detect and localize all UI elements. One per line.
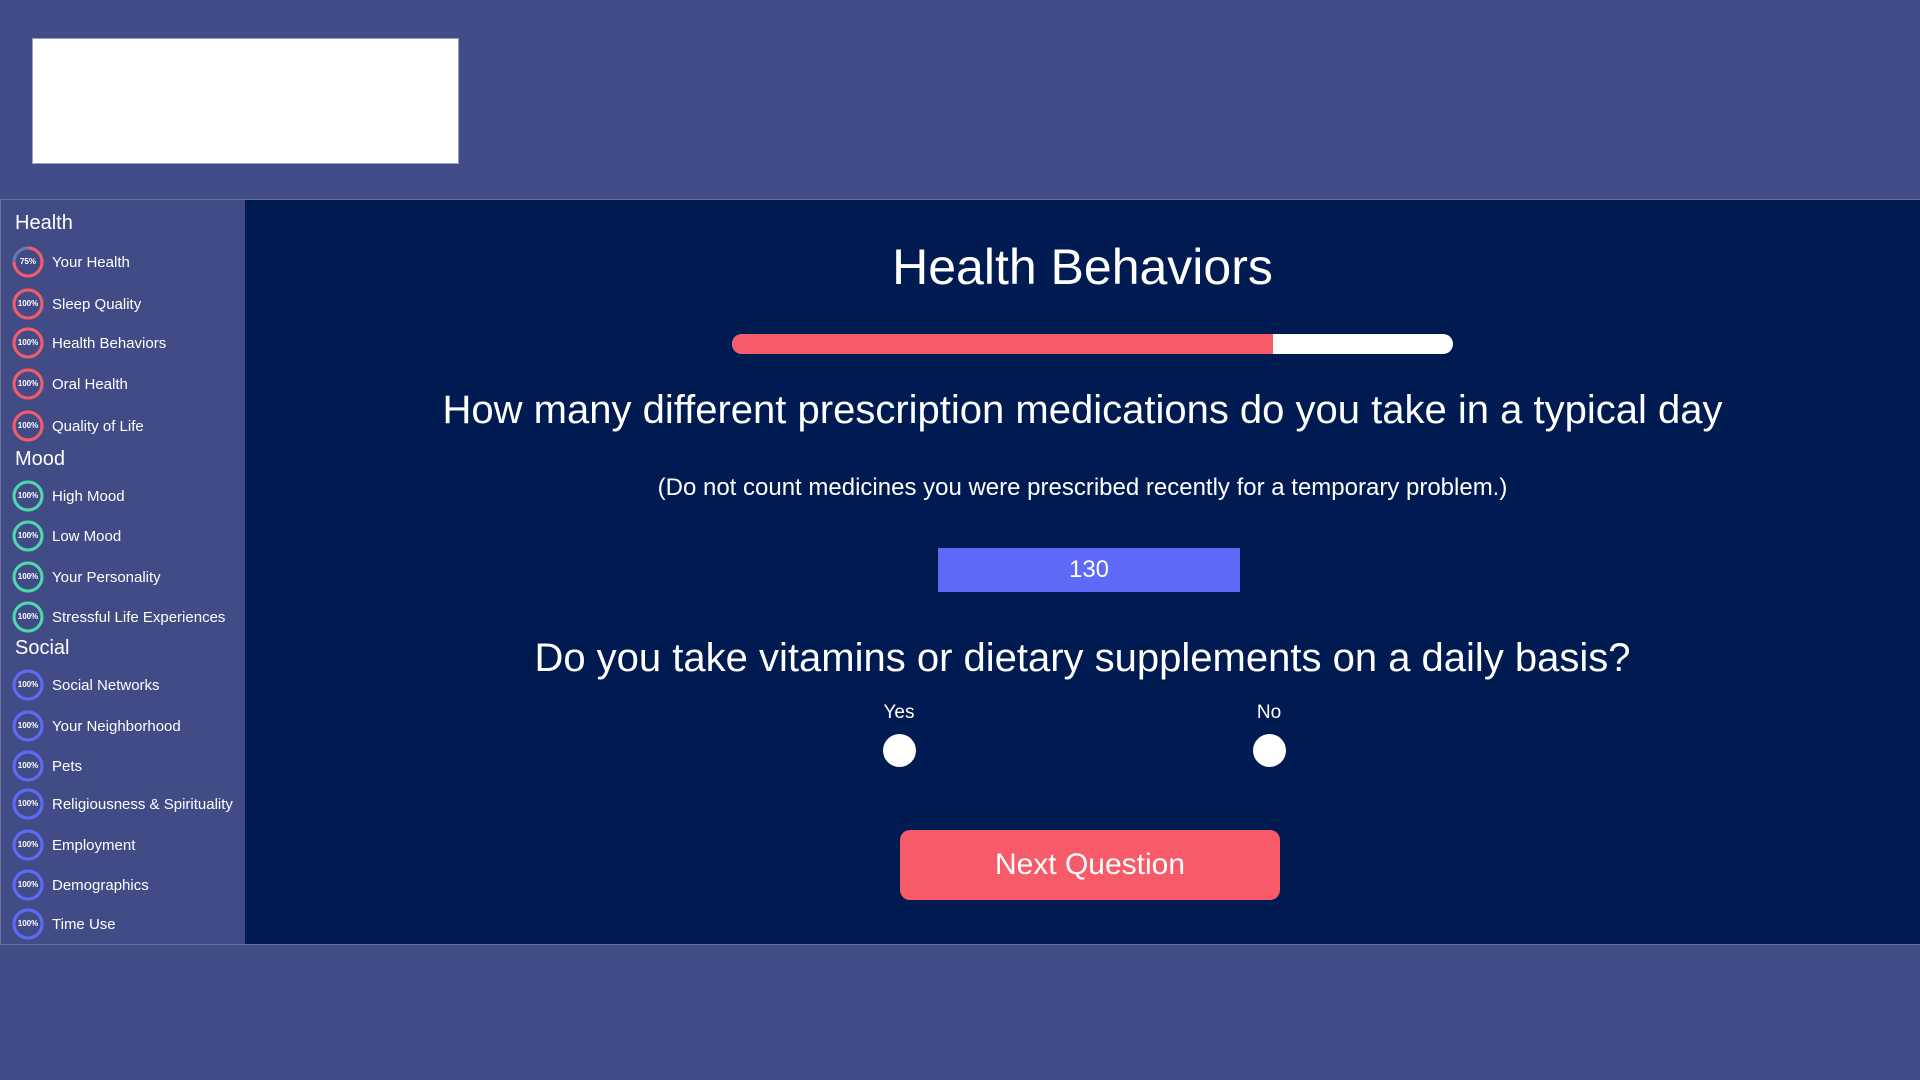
sidebar-item-label: Low Mood: [52, 527, 122, 545]
question-medications-note: (Do not count medicines you were prescri…: [657, 474, 1508, 501]
section-title-health: Health: [15, 212, 73, 234]
progress-ring: 100%: [11, 409, 45, 443]
option-no[interactable]: No: [1229, 702, 1309, 772]
progress-ring-percent: 100%: [17, 379, 39, 388]
option-no-label: No: [1256, 702, 1282, 723]
progress-ring: 100%: [11, 907, 45, 941]
progress-ring: 100%: [11, 600, 45, 634]
progress-ring: 100%: [11, 479, 45, 513]
progress-ring-percent: 100%: [17, 421, 39, 430]
sidebar-item-high-mood[interactable]: 100% High Mood: [11, 479, 243, 513]
progress-ring-percent: 100%: [17, 338, 39, 347]
progress-ring-percent: 100%: [17, 491, 39, 500]
sidebar-item-label: Sleep Quality: [52, 295, 142, 313]
option-yes-label: Yes: [883, 702, 915, 723]
option-no-radio[interactable]: [1252, 734, 1286, 767]
sidebar-item-label: Religiousness & Spirituality: [52, 795, 233, 813]
progress-ring-percent: 100%: [17, 880, 39, 889]
progress-ring: 100%: [11, 709, 45, 743]
page-title: Health Behaviors: [892, 239, 1273, 295]
progress-ring-percent: 100%: [17, 761, 39, 770]
sidebar-item-employment[interactable]: 100% Employment: [11, 828, 243, 862]
question-medications: How many different prescription medicati…: [442, 388, 1723, 432]
progress-ring-percent: 100%: [17, 612, 39, 621]
option-yes-radio[interactable]: [882, 734, 916, 767]
progress-ring-percent: 100%: [17, 572, 39, 581]
sidebar-item-your-health[interactable]: 75% Your Health: [11, 245, 243, 279]
sidebar-item-time-use[interactable]: 100% Time Use: [11, 907, 243, 941]
footer: [0, 945, 1920, 1080]
sidebar-item-label: Demographics: [52, 876, 149, 894]
progress-ring-percent: 75%: [19, 257, 36, 266]
sidebar-item-label: Social Networks: [52, 676, 160, 694]
option-yes[interactable]: Yes: [859, 702, 939, 772]
sidebar-item-label: Your Health: [52, 253, 130, 271]
progress-ring: 100%: [11, 749, 45, 783]
sidebar-item-quality-of-life[interactable]: 100% Quality of Life: [11, 409, 243, 443]
progress-ring-percent: 100%: [17, 531, 39, 540]
progress-ring-percent: 100%: [17, 299, 39, 308]
progress-ring-percent: 100%: [17, 721, 39, 730]
progress-ring-percent: 100%: [17, 840, 39, 849]
progress-ring-percent: 100%: [17, 919, 39, 928]
sidebar-item-your-neighborhood[interactable]: 100% Your Neighborhood: [11, 709, 243, 743]
progress-ring: 100%: [11, 868, 45, 902]
section-title-social: Social: [15, 637, 70, 659]
sidebar-item-label: Stressful Life Experiences: [52, 608, 226, 626]
main-content: Health Behaviors How many different pres…: [245, 200, 1920, 945]
sidebar-item-demographics[interactable]: 100% Demographics: [11, 868, 243, 902]
progress-ring: 100%: [11, 287, 45, 321]
sidebar-item-social-networks[interactable]: 100% Social Networks: [11, 668, 243, 702]
logo: [32, 38, 459, 164]
sidebar-item-label: Quality of Life: [52, 417, 144, 435]
sidebar-item-stressful-life-experiences[interactable]: 100% Stressful Life Experiences: [11, 600, 243, 634]
sidebar-item-your-personality[interactable]: 100% Your Personality: [11, 560, 243, 594]
sidebar-item-label: Pets: [52, 757, 83, 775]
section-title-mood: Mood: [15, 448, 66, 470]
medications-count-input[interactable]: [938, 548, 1240, 592]
progress-bar: [732, 334, 1453, 354]
sidebar-item-oral-health[interactable]: 100% Oral Health: [11, 367, 243, 401]
sidebar-item-label: Employment: [52, 836, 136, 854]
progress-ring: 100%: [11, 668, 45, 702]
progress-ring: 100%: [11, 560, 45, 594]
sidebar-item-sleep-quality[interactable]: 100% Sleep Quality: [11, 287, 243, 321]
sidebar-item-label: Health Behaviors: [52, 334, 167, 352]
sidebar-item-label: Your Neighborhood: [52, 717, 181, 735]
progress-ring: 100%: [11, 326, 45, 360]
progress-ring: 100%: [11, 828, 45, 862]
progress-bar-fill: [732, 334, 1273, 354]
progress-ring: 100%: [11, 519, 45, 553]
question-supplements: Do you take vitamins or dietary suppleme…: [534, 636, 1631, 680]
progress-ring: 75%: [11, 245, 45, 279]
progress-ring-percent: 100%: [17, 799, 39, 808]
sidebar-item-religiousness-spirituality[interactable]: 100% Religiousness & Spirituality: [11, 787, 243, 821]
progress-ring: 100%: [11, 787, 45, 821]
sidebar-item-label: High Mood: [52, 487, 125, 505]
sidebar-item-low-mood[interactable]: 100% Low Mood: [11, 519, 243, 553]
progress-ring: 100%: [11, 367, 45, 401]
header: [0, 0, 1920, 200]
next-question-button[interactable]: Next Question: [900, 830, 1280, 900]
progress-ring-percent: 100%: [17, 680, 39, 689]
sidebar-item-health-behaviors[interactable]: 100% Health Behaviors: [11, 326, 243, 360]
sidebar-item-label: Your Personality: [52, 568, 161, 586]
sidebar-item-pets[interactable]: 100% Pets: [11, 749, 243, 783]
sidebar: Health 75% Your Health 100% Sleep Quality 100…: [0, 200, 246, 945]
sidebar-item-label: Time Use: [52, 915, 116, 933]
sidebar-item-label: Oral Health: [52, 375, 128, 393]
